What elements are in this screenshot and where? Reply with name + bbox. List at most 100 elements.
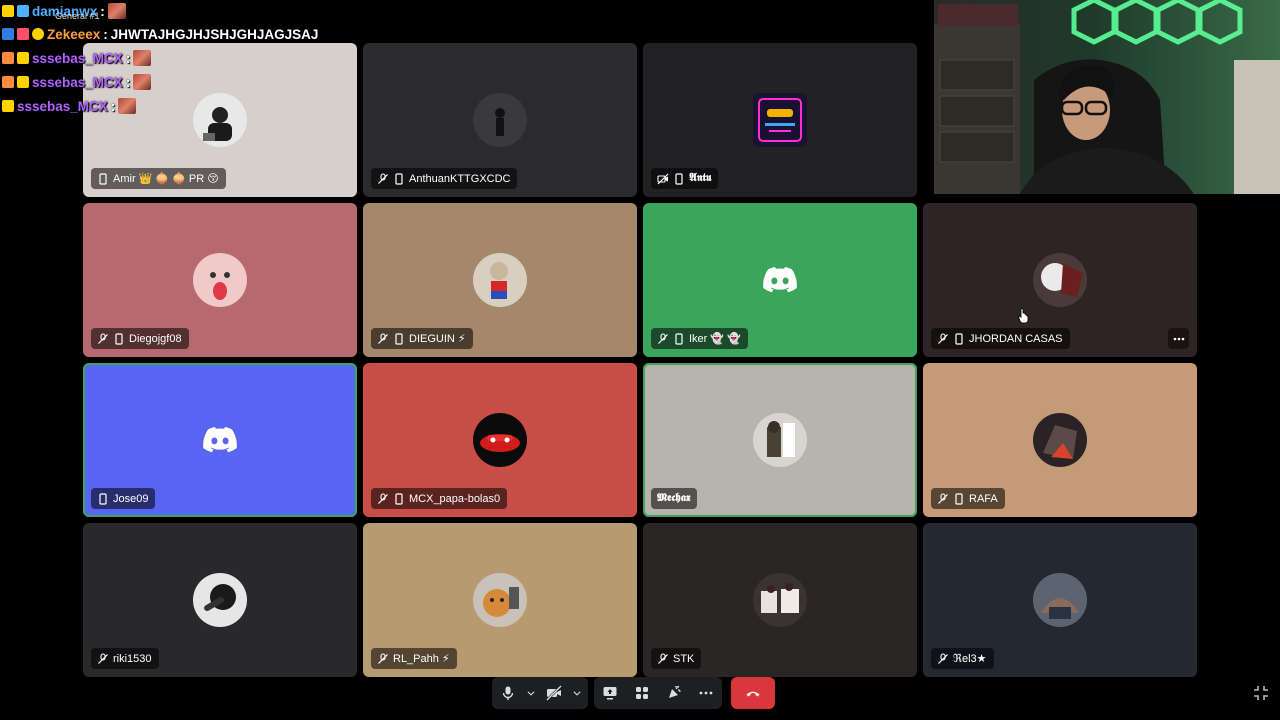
chat-message: sssebas_MCX : (2, 96, 137, 116)
participant-name: 𝕬𝖓𝖙𝖚 (689, 172, 712, 184)
participant-tile[interactable]: DIEGUIN ⚡ (363, 203, 637, 357)
microphone-slash-icon (937, 652, 949, 665)
microphone-slash-icon (657, 332, 669, 345)
participant-name: DIEGUIN ⚡ (409, 333, 466, 345)
gift-badge-icon (2, 5, 14, 17)
participant-nameplate: ℜel3★ (931, 648, 994, 669)
participant-name: MCX_papa-bolas0 (409, 492, 501, 505)
crown-badge-icon (17, 76, 29, 88)
chat-message: Zekeeex : JHWTAJHGJHJSHJGHJAGJSAJ (2, 24, 318, 44)
participant-nameplate: Jose09 (91, 488, 156, 509)
chevron-down-icon (573, 691, 581, 696)
soundboard-button[interactable] (658, 677, 690, 709)
more-options-button[interactable] (1168, 328, 1189, 349)
more-options-icon (1173, 337, 1184, 340)
participant-avatar (193, 573, 247, 627)
screen-share-button[interactable] (594, 677, 626, 709)
microphone-slash-icon (937, 492, 949, 505)
mobile-phone-icon (113, 332, 125, 345)
crown-badge-icon (17, 52, 29, 64)
microphone-icon (502, 686, 514, 700)
chat-username[interactable]: Zekeeex (47, 27, 100, 42)
more-button[interactable] (690, 677, 722, 709)
exit-fullscreen-icon[interactable] (1252, 684, 1270, 702)
participant-tile[interactable]: Jose09 (83, 363, 357, 517)
participant-nameplate: 𝕸𝖊𝖈𝖍𝖆𝖝 (651, 488, 698, 509)
chat-username[interactable]: sssebas_MCX (17, 99, 108, 114)
participant-avatar (753, 573, 807, 627)
disconnect-button[interactable] (731, 677, 775, 709)
chat-username[interactable]: sssebas_MCX (32, 51, 123, 66)
participant-name: RAFA (969, 492, 998, 505)
channel-tooltip: General #1 (55, 11, 100, 21)
participant-tile[interactable]: STK (643, 523, 917, 677)
participant-tile[interactable]: RL_Pahh ⚡ (363, 523, 637, 677)
participant-name: Diegojgf08 (129, 332, 182, 345)
participant-avatar (753, 93, 807, 147)
participant-name: Jose09 (113, 492, 149, 505)
mobile-phone-icon (673, 172, 685, 185)
participant-nameplate: JHORDAN CASAS (931, 328, 1070, 349)
participant-avatar (473, 253, 527, 307)
crown-badge-icon (2, 100, 14, 112)
participant-nameplate: AnthuanKTTGXCDC (371, 168, 518, 189)
camera-off-icon (546, 685, 562, 701)
participant-nameplate: 𝕬𝖓𝖙𝖚 (651, 168, 719, 189)
participant-nameplate: riki1530 (91, 648, 159, 669)
participant-tile[interactable]: ℜel3★ (923, 523, 1197, 677)
participant-tile[interactable]: riki1530 (83, 523, 357, 677)
participant-tile[interactable]: 𝕸𝖊𝖈𝖍𝖆𝖝 (643, 363, 917, 517)
chat-username[interactable]: sssebas_MCX (32, 75, 123, 90)
participant-tile[interactable]: RAFA (923, 363, 1197, 517)
microphone-slash-icon (377, 492, 389, 505)
hype-badge-icon (17, 28, 29, 40)
prime-badge-icon (2, 28, 14, 40)
chat-emote (107, 3, 126, 19)
participant-avatar (473, 413, 527, 467)
participant-name: riki1530 (113, 652, 152, 665)
participant-tile[interactable]: AnthuanKTTGXCDC (363, 43, 637, 197)
participant-name: JHORDAN CASAS (969, 332, 1063, 345)
participant-nameplate: Diegojgf08 (91, 328, 189, 349)
screen-share-icon (603, 687, 617, 700)
chat-separator: : (125, 50, 131, 66)
chat-separator: : (125, 74, 131, 90)
camera-button[interactable] (538, 677, 570, 709)
chat-separator: : (103, 26, 108, 42)
microphone-slash-icon (377, 332, 389, 345)
participant-tile[interactable]: Iker 👻 👻 (643, 203, 917, 357)
chat-separator: : (110, 98, 116, 114)
microphone-slash-icon (97, 652, 109, 665)
participant-nameplate: Amir 👑 🧅 🧅 PR 😚 (91, 168, 226, 189)
participant-tile[interactable]: MCX_papa-bolas0 (363, 363, 637, 517)
participant-nameplate: RL_Pahh ⚡ (371, 648, 457, 669)
activities-icon (636, 687, 648, 699)
participant-name: 𝕸𝖊𝖈𝖍𝖆𝖝 (657, 492, 691, 504)
microphone-options-button[interactable] (524, 677, 538, 709)
chat-message: sssebas_MCX : (2, 48, 152, 68)
mobile-phone-icon (393, 172, 405, 185)
discord-logo-icon (763, 267, 797, 293)
chat-separator: : (100, 3, 105, 19)
microphone-button[interactable] (492, 677, 524, 709)
microphone-slash-icon (97, 332, 109, 345)
participant-tile[interactable]: Diegojgf08 (83, 203, 357, 357)
chevron-down-icon (527, 691, 535, 696)
participant-tile[interactable]: 𝕬𝖓𝖙𝖚 (643, 43, 917, 197)
microphone-slash-icon (377, 652, 389, 665)
participant-name: Iker 👻 👻 (689, 333, 741, 345)
mobile-phone-icon (97, 492, 109, 505)
mobile-phone-icon (393, 492, 405, 505)
participant-name: STK (673, 652, 695, 665)
microphone-slash-icon (937, 332, 949, 345)
participant-avatar (473, 573, 527, 627)
hype-badge-icon (2, 52, 14, 64)
participant-avatar (193, 93, 247, 147)
chat-emote (118, 98, 137, 114)
activities-button[interactable] (626, 677, 658, 709)
chat-message: sssebas_MCX : (2, 72, 152, 92)
mobile-phone-icon (953, 332, 965, 345)
camera-options-button[interactable] (570, 677, 584, 709)
participant-name: RL_Pahh ⚡ (393, 653, 450, 665)
participant-tile[interactable]: JHORDAN CASAS (923, 203, 1197, 357)
